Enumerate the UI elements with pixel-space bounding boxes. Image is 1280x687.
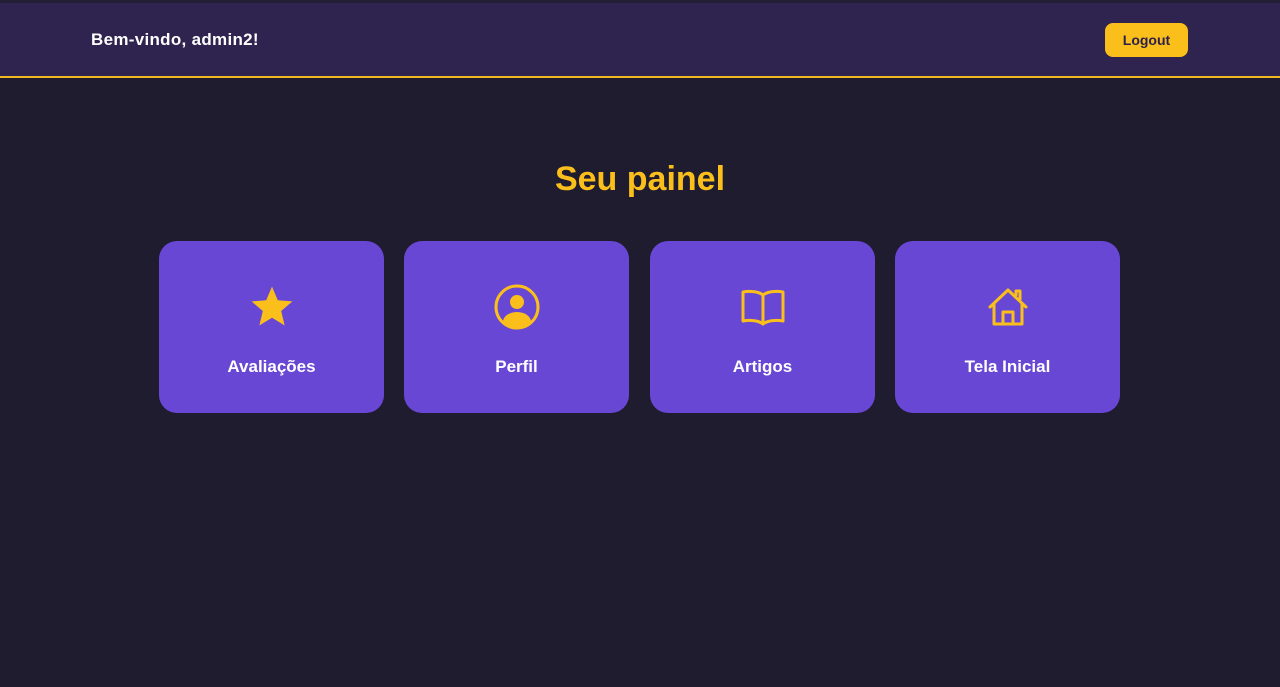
card-label: Avaliações [227,357,316,376]
header-bar: Bem-vindo, admin2! Logout [0,3,1280,78]
card-tela-inicial[interactable]: Tela Inicial [895,241,1120,413]
welcome-text: Bem-vindo, admin2! [91,30,259,49]
star-icon [159,283,384,331]
card-label: Artigos [732,357,793,376]
card-avaliacoes[interactable]: Avaliações [159,241,384,413]
user-circle-icon [404,283,629,331]
page-title: Seu painel [554,160,726,198]
card-artigos[interactable]: Artigos [650,241,875,413]
book-open-icon [650,283,875,331]
card-label: Perfil [495,357,538,376]
logout-button[interactable]: Logout [1105,23,1188,57]
home-icon [895,283,1120,331]
card-perfil[interactable]: Perfil [404,241,629,413]
card-label: Tela Inicial [964,357,1051,376]
